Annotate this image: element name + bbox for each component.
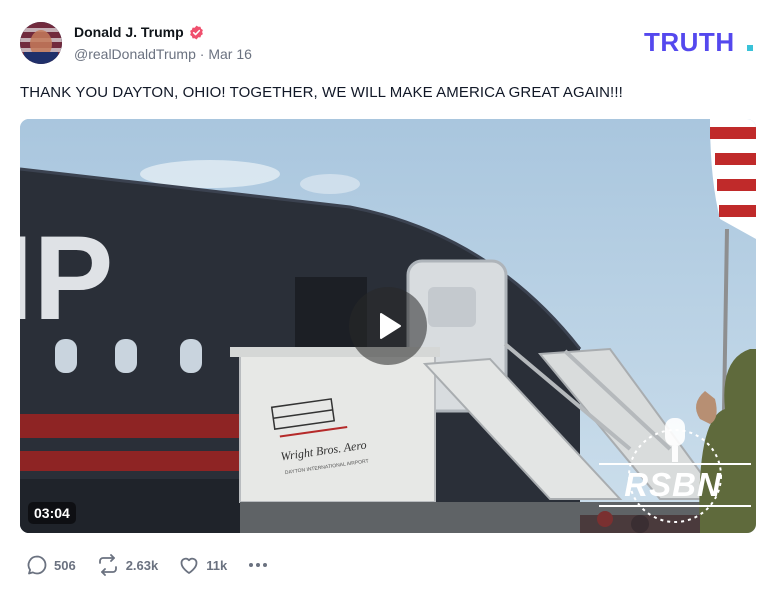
author-display-name[interactable]: Donald J. Trump	[74, 24, 184, 40]
video-player[interactable]: IP Wright Bros. Aero DAYTON INTERNAT	[20, 119, 756, 533]
like-button[interactable]: 11k	[178, 554, 227, 576]
retruth-icon	[98, 554, 117, 576]
avatar-image	[20, 22, 62, 64]
verified-badge-icon	[189, 25, 204, 40]
rsbn-watermark: RSBN	[595, 414, 755, 526]
truth-logo-wordmark: TRUTH	[644, 30, 735, 54]
meta-separator: ·	[199, 46, 205, 62]
video-duration: 03:04	[28, 502, 76, 524]
retruth-count: 2.63k	[125, 557, 159, 573]
reply-count: 506	[54, 557, 76, 573]
author-handle[interactable]: @realDonaldTrump	[74, 46, 196, 62]
author-name-row: Donald J. Trump	[74, 24, 204, 40]
truth-logo-dot	[747, 45, 753, 51]
author-meta: @realDonaldTrump · Mar 16	[74, 46, 252, 62]
retruth-button[interactable]: 2.63k	[96, 554, 159, 576]
post-actions: 506 2.63k 11k	[26, 554, 289, 576]
like-count: 11k	[206, 557, 228, 573]
truth-logo[interactable]: TRUTH	[644, 27, 757, 57]
more-options-button[interactable]	[247, 554, 269, 576]
plane-partial-letters: IP	[20, 211, 113, 345]
post-date[interactable]: Mar 16	[208, 46, 252, 62]
reply-icon	[27, 555, 47, 575]
rsbn-watermark-text: RSBN	[624, 466, 722, 503]
heart-icon	[180, 557, 198, 574]
play-button[interactable]	[349, 287, 427, 365]
play-icon	[380, 313, 401, 339]
ellipsis-icon	[249, 563, 268, 567]
post-text: THANK YOU DAYTON, OHIO! TOGETHER, WE WIL…	[20, 84, 623, 101]
reply-button[interactable]: 506	[26, 554, 76, 576]
author-avatar[interactable]	[20, 22, 62, 64]
